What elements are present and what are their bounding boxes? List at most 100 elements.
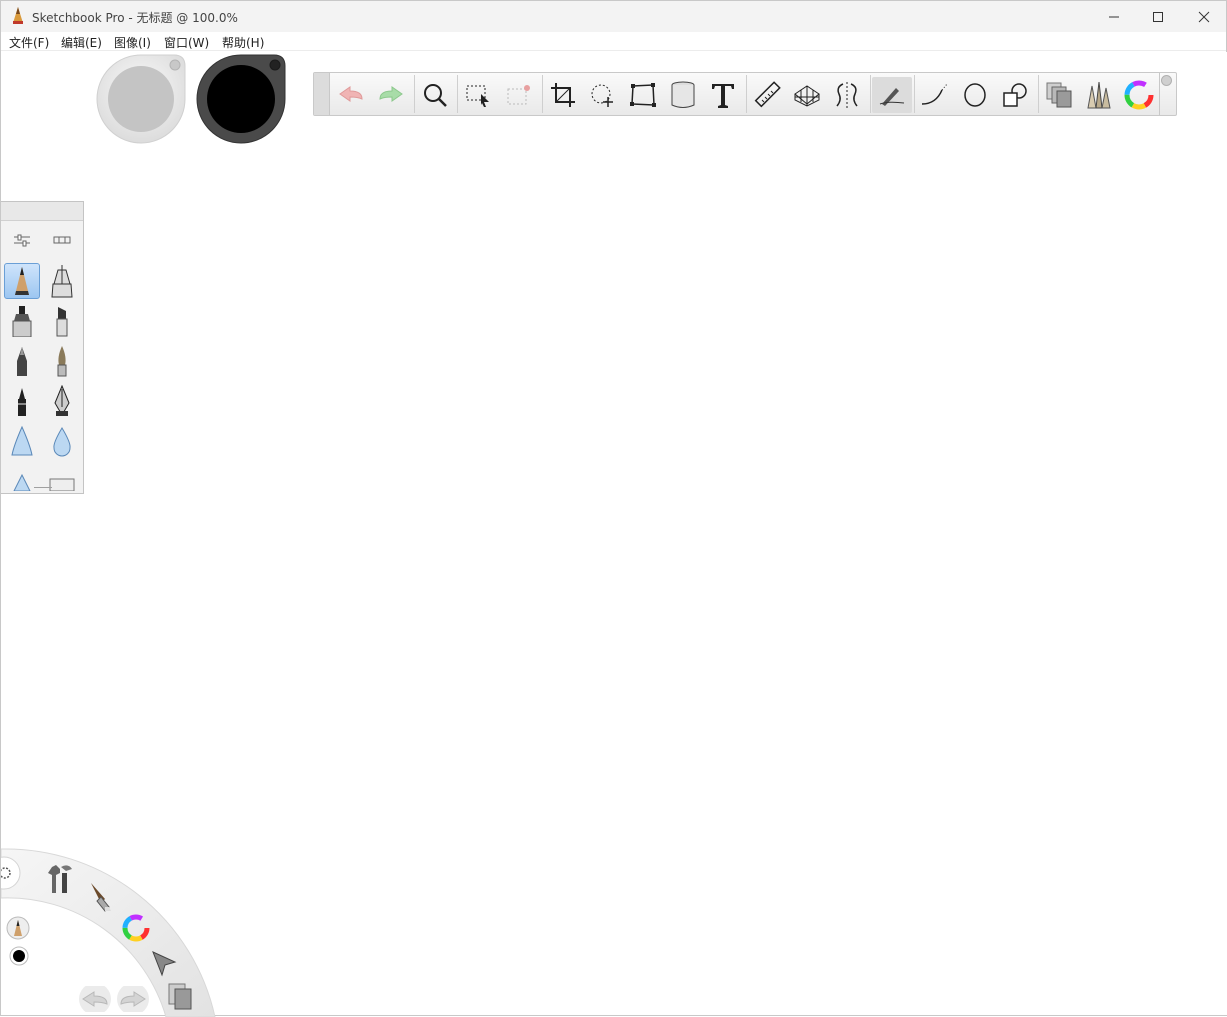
perspective-tool[interactable] bbox=[789, 77, 825, 113]
color-wheel-button[interactable] bbox=[1121, 77, 1157, 113]
distort-tool[interactable] bbox=[625, 77, 661, 113]
menu-window[interactable]: 窗口(W) bbox=[164, 34, 209, 51]
redo-icon bbox=[379, 86, 403, 102]
minimize-button[interactable] bbox=[1091, 1, 1137, 32]
distort-icon bbox=[630, 83, 656, 107]
brush-properties-icon[interactable] bbox=[12, 232, 32, 248]
brush-chisel-marker[interactable] bbox=[44, 303, 80, 339]
eraser-icon bbox=[49, 478, 75, 491]
brush-ballpoint[interactable] bbox=[4, 343, 40, 379]
rectangle-select-tool[interactable] bbox=[461, 77, 497, 113]
fill-bucket-icon bbox=[671, 81, 695, 108]
rectangle-select-icon bbox=[466, 85, 489, 107]
title-bar: Sketchbook Pro - 无标题 @ 100.0% bbox=[1, 1, 1226, 32]
menu-file[interactable]: 文件(F) bbox=[9, 34, 49, 51]
brush-pencil[interactable] bbox=[4, 263, 40, 299]
text-tool[interactable] bbox=[705, 77, 741, 113]
ellipse-icon bbox=[964, 83, 986, 107]
brush-palette bbox=[1, 201, 84, 494]
app-window: Sketchbook Pro - 无标题 @ 100.0% 文件(F) 编辑(E… bbox=[0, 0, 1227, 1017]
toolbar-options-dot[interactable] bbox=[1161, 75, 1172, 86]
marker-icon bbox=[12, 306, 32, 337]
menu-image[interactable]: 图像(I) bbox=[114, 34, 151, 51]
undo-icon bbox=[339, 86, 363, 102]
crop-tool[interactable] bbox=[545, 77, 581, 113]
maximize-icon bbox=[1153, 11, 1163, 22]
technical-pen-icon bbox=[51, 265, 73, 298]
chisel-marker-icon bbox=[56, 307, 68, 337]
symmetry-icon bbox=[836, 82, 858, 108]
pen-stroke-icon bbox=[879, 88, 905, 106]
curve-tool[interactable] bbox=[917, 77, 953, 113]
zoom-tool[interactable] bbox=[417, 77, 453, 113]
brush-technical-pen[interactable] bbox=[44, 263, 80, 299]
undo-button[interactable] bbox=[333, 77, 369, 113]
tools-icon[interactable] bbox=[46, 863, 74, 895]
triangle-brush-icon bbox=[13, 473, 31, 491]
ruler-icon bbox=[754, 81, 781, 108]
fill-tool[interactable] bbox=[665, 77, 701, 113]
menu-bar: 文件(F) 编辑(E) 图像(I) 窗口(W) 帮助(H) bbox=[1, 32, 1226, 51]
redo-button[interactable] bbox=[373, 77, 409, 113]
select-arrow-icon[interactable] bbox=[149, 948, 179, 978]
brush-marker[interactable] bbox=[4, 303, 40, 339]
curve-icon bbox=[921, 83, 948, 105]
water-drop-icon bbox=[53, 427, 71, 457]
current-brush-icon[interactable] bbox=[6, 916, 30, 940]
layers-button[interactable] bbox=[1041, 77, 1077, 113]
color-puck[interactable] bbox=[196, 54, 286, 144]
brush-palette-header[interactable] bbox=[1, 202, 83, 221]
perspective-icon bbox=[794, 85, 820, 107]
paintbrush-icon bbox=[57, 346, 67, 377]
brush-water-drop[interactable] bbox=[44, 423, 80, 459]
text-icon bbox=[712, 84, 734, 108]
shapes-tool[interactable] bbox=[997, 77, 1033, 113]
brushes-icon bbox=[1087, 81, 1111, 109]
brush-icon[interactable] bbox=[87, 881, 117, 913]
color-wheel-icon[interactable] bbox=[120, 912, 152, 944]
menu-help[interactable]: 帮助(H) bbox=[222, 34, 264, 51]
brush-ink-pen[interactable] bbox=[4, 383, 40, 419]
lasso-move-icon bbox=[591, 84, 613, 107]
redo-icon[interactable] bbox=[115, 986, 151, 1012]
brush-triangle[interactable] bbox=[4, 463, 40, 493]
pencil-brush-icon bbox=[15, 267, 29, 295]
layers-icon bbox=[1046, 82, 1072, 108]
window-title: Sketchbook Pro - 无标题 @ 100.0% bbox=[32, 11, 238, 25]
brush-fountain-pen[interactable] bbox=[44, 383, 80, 419]
brush-airbrush[interactable] bbox=[4, 423, 40, 459]
ink-pen-icon bbox=[18, 388, 26, 416]
maximize-button[interactable] bbox=[1135, 1, 1181, 32]
shapes-icon bbox=[1003, 83, 1027, 107]
main-toolbar bbox=[313, 72, 1177, 116]
crop-icon bbox=[551, 83, 575, 107]
magic-select-icon bbox=[507, 85, 530, 105]
brush-library-icon[interactable] bbox=[52, 232, 72, 248]
pen-stroke-tool[interactable] bbox=[872, 77, 912, 113]
brush-eraser[interactable] bbox=[44, 463, 80, 493]
ballpoint-icon bbox=[17, 347, 27, 376]
current-color-icon[interactable] bbox=[9, 946, 29, 966]
ellipse-tool[interactable] bbox=[957, 77, 993, 113]
close-button[interactable] bbox=[1181, 1, 1227, 32]
color-wheel-icon bbox=[1124, 80, 1154, 110]
brushes-button[interactable] bbox=[1081, 77, 1117, 113]
minimize-icon bbox=[1109, 16, 1119, 17]
undo-icon[interactable] bbox=[77, 986, 113, 1012]
settings-icon[interactable] bbox=[1, 863, 15, 883]
zoom-icon bbox=[424, 84, 447, 107]
lasso-move-tool[interactable] bbox=[585, 77, 621, 113]
brush-paintbrush[interactable] bbox=[44, 343, 80, 379]
toolbar-grip[interactable] bbox=[314, 73, 330, 115]
brush-puck[interactable] bbox=[96, 54, 186, 144]
sketchbook-app-icon bbox=[13, 7, 23, 24]
menu-edit[interactable]: 编辑(E) bbox=[61, 34, 102, 51]
airbrush-icon bbox=[11, 425, 33, 456]
fountain-pen-icon bbox=[54, 385, 70, 416]
symmetry-tool[interactable] bbox=[829, 77, 865, 113]
brush-palette-resize-grip[interactable] bbox=[34, 487, 52, 488]
close-icon bbox=[1198, 11, 1210, 22]
ruler-tool[interactable] bbox=[749, 77, 785, 113]
layers-icon[interactable] bbox=[167, 982, 195, 1012]
magic-select-tool[interactable] bbox=[501, 77, 537, 113]
